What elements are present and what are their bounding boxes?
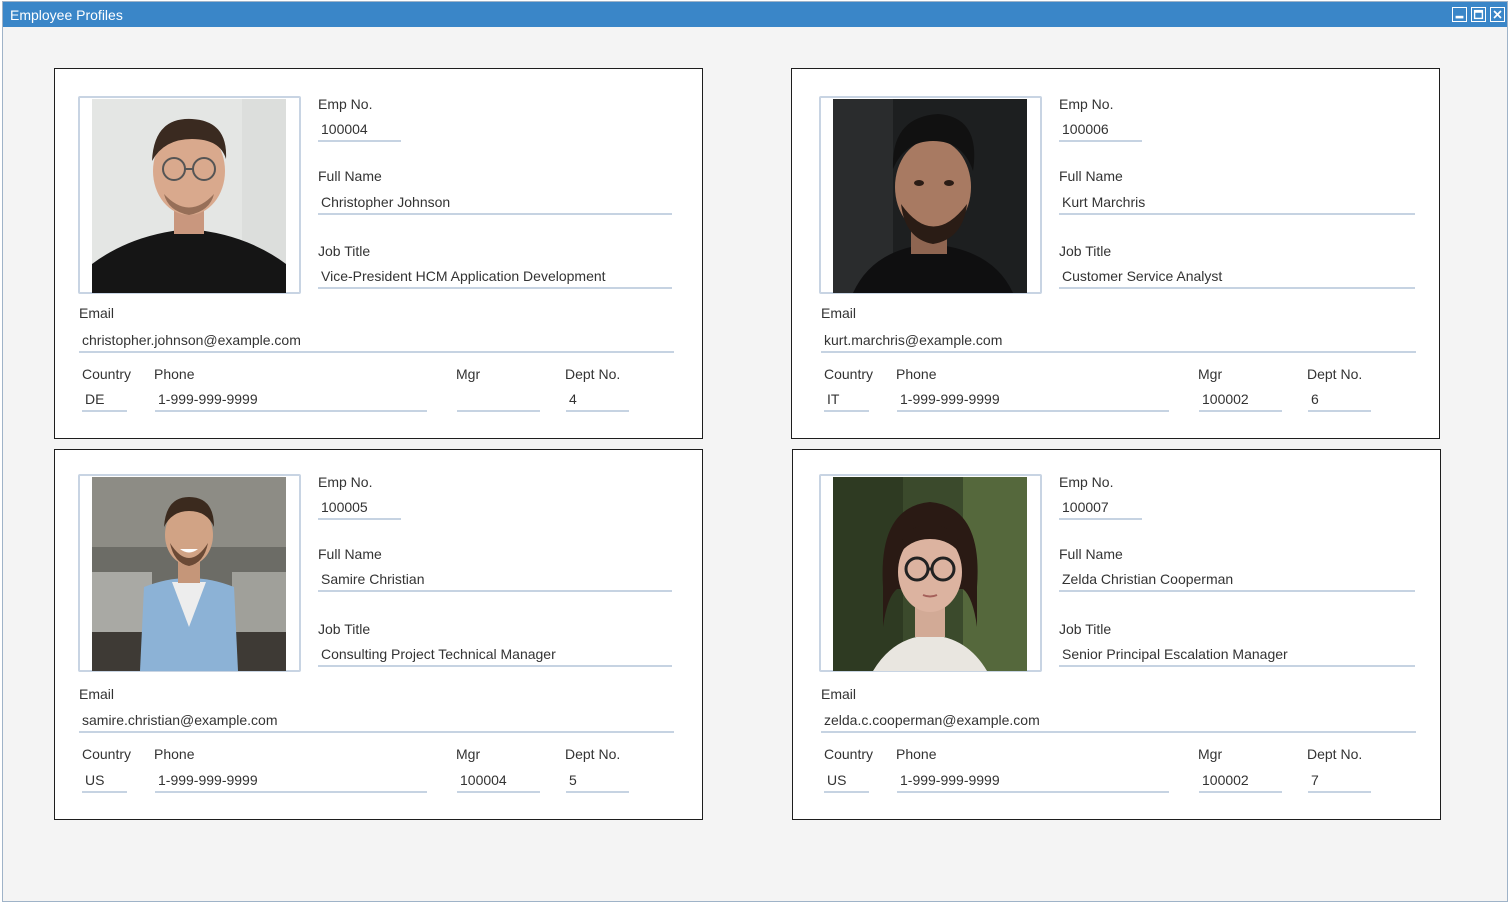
emp-no-field[interactable] <box>1059 118 1142 142</box>
country-label: Country <box>82 366 132 382</box>
full-name-label: Full Name <box>318 546 382 562</box>
mgr-field[interactable] <box>1199 769 1282 793</box>
email-field[interactable] <box>821 709 1416 733</box>
employee-card: Emp No. Full Name Job Title Email Countr… <box>54 68 703 439</box>
job-title-field[interactable] <box>318 265 672 289</box>
email-field[interactable] <box>79 329 674 353</box>
window-controls <box>1452 7 1505 22</box>
employee-photo-frame <box>819 474 1042 672</box>
dept-no-label: Dept No. <box>1307 366 1363 382</box>
window-title: Employee Profiles <box>10 7 123 23</box>
dept-no-field[interactable] <box>566 388 629 412</box>
emp-no-label: Emp No. <box>318 96 373 112</box>
country-label: Country <box>82 746 132 762</box>
woman-with-glasses-portrait-icon <box>833 477 1027 671</box>
phone-label: Phone <box>154 746 195 762</box>
title-bar[interactable]: Employee Profiles <box>3 2 1507 27</box>
phone-field[interactable] <box>155 388 427 412</box>
bearded-man-portrait-icon <box>833 99 1027 293</box>
full-name-field[interactable] <box>1059 191 1415 215</box>
employee-profiles-window: Employee Profiles Emp No. 100004 Full Na… <box>2 1 1508 902</box>
dept-no-field[interactable] <box>566 769 629 793</box>
man-with-glasses-portrait-icon <box>92 99 286 293</box>
country-label: Country <box>824 746 874 762</box>
email-field[interactable] <box>821 329 1416 353</box>
dept-no-field[interactable] <box>1308 769 1371 793</box>
job-title-label: Job Title <box>1059 621 1112 637</box>
employee-photo <box>833 99 1027 293</box>
full-name-label: Full Name <box>318 168 382 184</box>
email-label: Email <box>821 305 857 321</box>
phone-label: Phone <box>154 366 195 382</box>
minimize-button[interactable] <box>1452 7 1467 22</box>
phone-field[interactable] <box>897 769 1169 793</box>
employee-photo-frame <box>819 96 1042 294</box>
country-field[interactable] <box>82 388 127 412</box>
close-button[interactable] <box>1490 7 1505 22</box>
email-label: Email <box>821 686 857 702</box>
mgr-field[interactable] <box>457 388 540 412</box>
employee-photo-frame <box>78 96 301 294</box>
dept-no-label: Dept No. <box>565 746 621 762</box>
full-name-field[interactable] <box>1059 568 1415 592</box>
emp-no-label: Emp No. <box>1059 96 1114 112</box>
phone-field[interactable] <box>155 769 427 793</box>
full-name-field[interactable] <box>318 191 672 215</box>
phone-label: Phone <box>896 746 937 762</box>
dept-no-field[interactable] <box>1308 388 1371 412</box>
mgr-field[interactable] <box>457 769 540 793</box>
employee-card: Emp No. Full Name Job Title Email Countr… <box>791 68 1440 439</box>
maximize-icon <box>1472 8 1485 21</box>
smiling-man-in-office-portrait-icon <box>92 477 286 671</box>
phone-label: Phone <box>896 366 937 382</box>
mgr-label: Mgr <box>456 746 481 762</box>
emp-no-label: Emp No. <box>1059 474 1114 490</box>
employee-photo <box>92 99 286 293</box>
full-name-field[interactable] <box>318 568 672 592</box>
dept-no-label: Dept No. <box>565 366 621 382</box>
job-title-field[interactable] <box>318 643 672 667</box>
job-title-label: Job Title <box>1059 243 1112 259</box>
country-field[interactable] <box>824 769 869 793</box>
dept-no-label: Dept No. <box>1307 746 1363 762</box>
job-title-field[interactable] <box>1059 643 1415 667</box>
full-name-label: Full Name <box>1059 168 1123 184</box>
mgr-field[interactable] <box>1199 388 1282 412</box>
minimize-icon <box>1453 8 1466 21</box>
job-title-field[interactable] <box>1059 265 1415 289</box>
emp-no-field[interactable] <box>1059 496 1142 520</box>
mgr-label: Mgr <box>456 366 481 382</box>
email-field[interactable] <box>79 709 674 733</box>
full-name-label: Full Name <box>1059 546 1123 562</box>
phone-field[interactable] <box>897 388 1169 412</box>
maximize-button[interactable] <box>1471 7 1486 22</box>
employee-photo-frame <box>78 474 301 672</box>
country-field[interactable] <box>824 388 869 412</box>
emp-no-label: Emp No. <box>318 474 373 490</box>
employee-card: Emp No. Full Name Job Title Email Countr… <box>54 449 703 820</box>
country-field[interactable] <box>82 769 127 793</box>
mgr-label: Mgr <box>1198 746 1223 762</box>
job-title-label: Job Title <box>318 621 371 637</box>
employee-photo <box>833 477 1027 671</box>
emp-no-field[interactable] <box>318 496 401 520</box>
employee-card: Emp No. Full Name Job Title Email Countr… <box>792 449 1441 820</box>
job-title-label: Job Title <box>318 243 371 259</box>
mgr-label: Mgr <box>1198 366 1223 382</box>
emp-no-field[interactable] <box>318 118 401 142</box>
email-label: Email <box>79 686 115 702</box>
close-icon <box>1491 8 1504 21</box>
country-label: Country <box>824 366 874 382</box>
email-label: Email <box>79 305 115 321</box>
employee-photo <box>92 477 286 671</box>
